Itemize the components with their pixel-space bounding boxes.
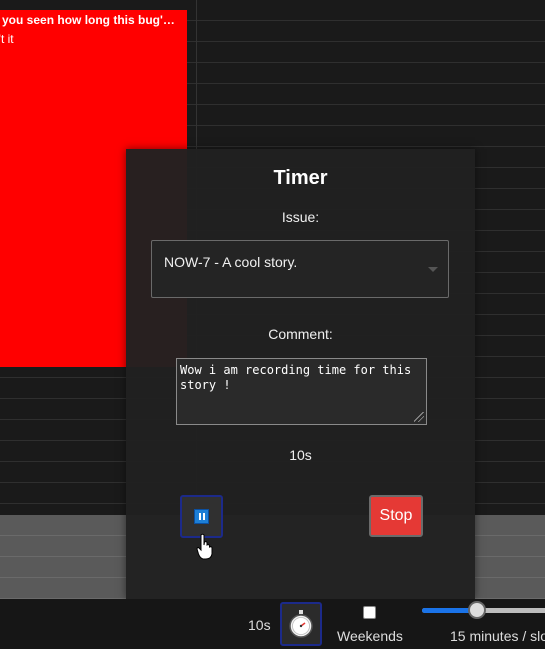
comment-label: Comment: bbox=[268, 326, 333, 342]
weekends-checkbox[interactable] bbox=[363, 606, 376, 619]
issue-label: Issue: bbox=[281, 209, 320, 225]
slider-thumb[interactable] bbox=[468, 601, 486, 619]
slot-duration-label: 15 minutes / slo bbox=[450, 628, 545, 644]
event-subtitle: n't it bbox=[0, 32, 14, 46]
event-title: e you seen how long this bug'… bbox=[0, 13, 175, 27]
toolbar-elapsed-time: 10s bbox=[248, 617, 271, 633]
resize-grip-icon[interactable] bbox=[414, 412, 424, 422]
issue-select[interactable]: NOW-7 - A cool story. bbox=[151, 240, 449, 298]
weekends-label: Weekends bbox=[337, 628, 403, 644]
chevron-down-icon bbox=[428, 267, 438, 272]
dialog-title: Timer bbox=[273, 167, 328, 189]
timer-button[interactable] bbox=[280, 602, 322, 646]
issue-selected-value: NOW-7 - A cool story. bbox=[164, 254, 298, 270]
pause-icon bbox=[194, 509, 209, 524]
timer-dialog: Timer Issue: NOW-7 - A cool story. Comme… bbox=[126, 149, 475, 599]
comment-text: Wow i am recording time for this story ! bbox=[180, 363, 412, 392]
stop-button[interactable]: Stop bbox=[369, 495, 423, 537]
comment-textarea[interactable]: Wow i am recording time for this story ! bbox=[176, 358, 427, 425]
pause-button[interactable] bbox=[180, 495, 223, 538]
stopwatch-icon bbox=[289, 610, 313, 638]
bottom-toolbar: 10s Weekends 15 minutes / slo bbox=[0, 599, 545, 649]
elapsed-time: 10s bbox=[289, 447, 312, 463]
hand-cursor-icon bbox=[196, 533, 213, 560]
